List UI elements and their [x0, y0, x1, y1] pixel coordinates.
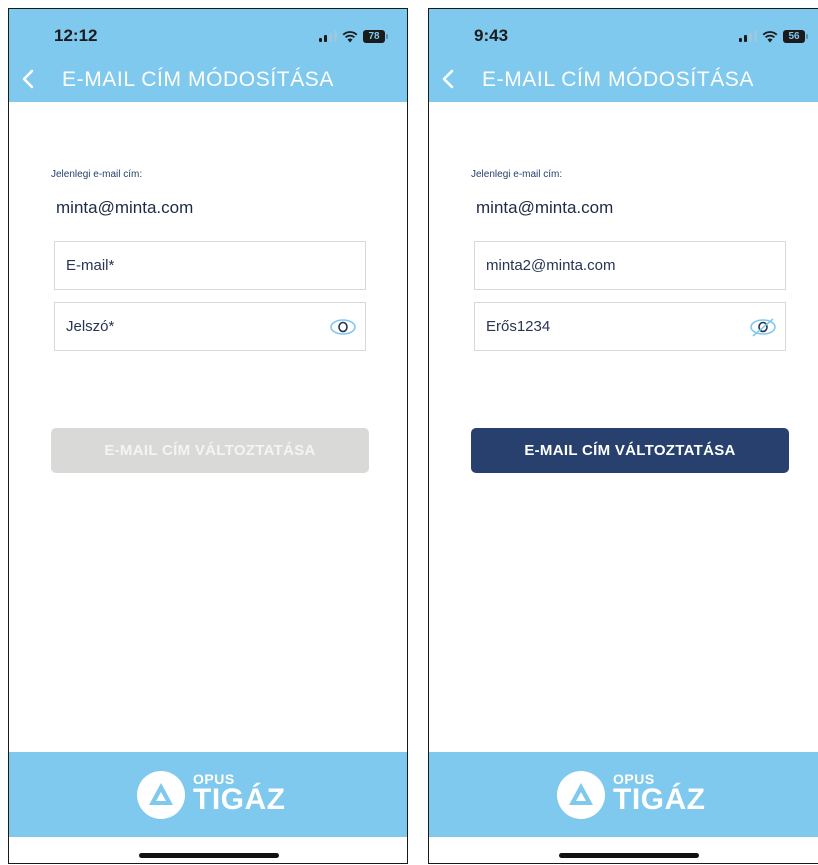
wifi-icon: [342, 30, 358, 42]
email-field-text: minta2@minta.com: [486, 257, 616, 274]
logo-big-text: TIGÁZ: [193, 783, 286, 816]
home-indicator[interactable]: [559, 853, 699, 858]
battery-icon: 78: [363, 29, 388, 43]
change-email-button[interactable]: E-MAIL CÍM VÁLTOZTATÁSA: [471, 428, 789, 473]
email-field-text: E-mail*: [66, 257, 115, 274]
logo-triangle-icon: [149, 783, 173, 805]
status-icons: 78: [319, 28, 388, 44]
home-bar-area: [429, 837, 818, 863]
status-icons: 56: [739, 28, 808, 44]
battery-icon: 56: [783, 29, 808, 43]
eye-icon[interactable]: [329, 317, 357, 337]
opus-tigaz-logo: OPUS TIGÁZ: [557, 767, 717, 823]
signal-icon: [319, 30, 337, 42]
email-field[interactable]: E-mail*: [54, 241, 366, 290]
footer: OPUS TIGÁZ: [429, 752, 818, 837]
eye-slash-icon[interactable]: [749, 317, 777, 337]
back-arrow-icon[interactable]: [20, 69, 36, 89]
password-field-text: Jelszó*: [66, 318, 115, 335]
opus-tigaz-logo: OPUS TIGÁZ: [137, 767, 297, 823]
wifi-icon: [762, 30, 778, 42]
logo-triangle-icon: [569, 783, 593, 805]
password-field-text: Erős1234: [486, 318, 551, 335]
password-field[interactable]: Jelszó*: [54, 302, 366, 351]
back-arrow-icon[interactable]: [440, 69, 456, 89]
status-time: 9:43: [474, 26, 509, 45]
header-bar: 9:43 56 E-MAIL CÍM MÓDOSÍTÁSA: [429, 9, 818, 102]
footer: OPUS TIGÁZ: [9, 752, 407, 837]
password-field[interactable]: Erős1234: [474, 302, 786, 351]
page-title: E-MAIL CÍM MÓDOSÍTÁSA: [62, 68, 335, 91]
current-email-value: minta@minta.com: [476, 198, 614, 217]
current-email-label: Jelenlegi e-mail cím:: [471, 169, 563, 180]
current-email-label: Jelenlegi e-mail cím:: [51, 169, 143, 180]
phone-screen-right: 9:43 56 E-MAIL CÍM MÓDOSÍTÁSA Jelenlegi …: [428, 8, 818, 864]
home-indicator[interactable]: [139, 853, 279, 858]
signal-icon: [739, 30, 757, 42]
email-field[interactable]: minta2@minta.com: [474, 241, 786, 290]
home-bar-area: [9, 837, 407, 863]
change-email-button[interactable]: E-MAIL CÍM VÁLTOZTATÁSA: [51, 428, 369, 473]
current-email-value: minta@minta.com: [56, 198, 194, 217]
phone-screen-left: 12:12 78 E-MAIL CÍM MÓDOSÍTÁSA Jelenlegi…: [8, 8, 408, 864]
status-time: 12:12: [54, 26, 98, 45]
page-title: E-MAIL CÍM MÓDOSÍTÁSA: [482, 68, 755, 91]
logo-big-text: TIGÁZ: [613, 783, 706, 816]
header-bar: 12:12 78 E-MAIL CÍM MÓDOSÍTÁSA: [9, 9, 407, 102]
